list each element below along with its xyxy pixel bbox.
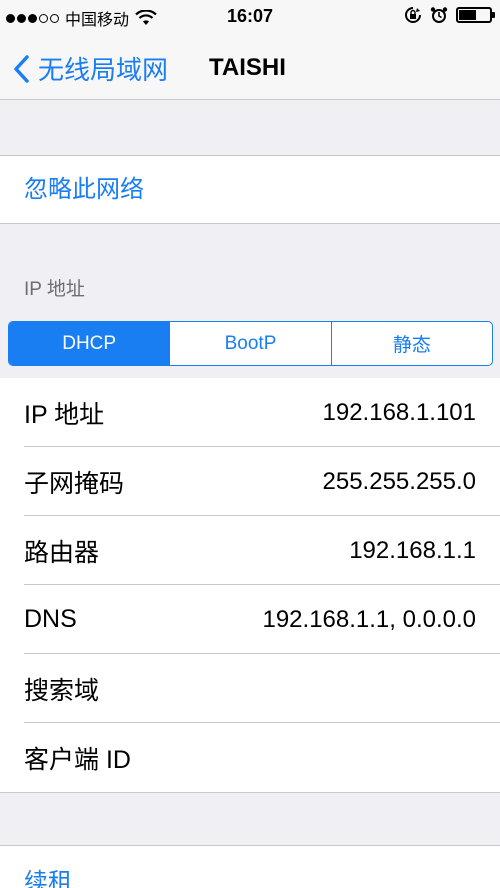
renew-lease-button[interactable]: 续租: [24, 862, 72, 888]
row-router: 路由器 192.168.1.1: [0, 516, 500, 585]
segment-static[interactable]: 静态: [330, 322, 492, 365]
row-value: 255.255.255.0: [322, 467, 476, 495]
renew-lease-group: 续租: [0, 845, 500, 888]
forget-network-button[interactable]: 忽略此网络: [0, 156, 500, 223]
row-value: 192.168.1.1, 0.0.0.0: [262, 605, 476, 633]
row-label: 路由器: [24, 538, 100, 567]
row-value: 192.168.1.1: [349, 536, 476, 564]
segment-bootp[interactable]: BootP: [169, 322, 330, 365]
ip-mode-segmented-control: DHCP BootP 静态: [8, 321, 493, 366]
row-client-id[interactable]: 客户端 ID: [0, 723, 500, 792]
navigation-bar: 无线局域网 TAISHI: [0, 34, 500, 100]
page-title: TAISHI: [209, 54, 286, 81]
row-label: DNS: [24, 605, 77, 633]
ip-section-header: IP 地址: [24, 279, 85, 300]
row-ip-address: IP 地址 192.168.1.101: [0, 378, 500, 447]
segment-dhcp[interactable]: DHCP: [9, 322, 170, 365]
row-label: 客户端 ID: [24, 745, 131, 774]
row-subnet-mask: 子网掩码 255.255.255.0: [0, 447, 500, 516]
row-search-domain[interactable]: 搜索域: [0, 654, 500, 723]
forget-network-group: 忽略此网络: [0, 155, 500, 224]
battery-icon: [456, 7, 495, 23]
row-label: 搜索域: [24, 676, 100, 705]
chevron-left-icon: [14, 54, 29, 83]
status-right: [404, 6, 495, 24]
alarm-icon: [430, 7, 448, 23]
ip-details-list: IP 地址 192.168.1.101 子网掩码 255.255.255.0 路…: [0, 378, 500, 793]
back-label: 无线局域网: [38, 55, 169, 85]
row-label: 子网掩码: [24, 469, 125, 498]
status-bar: 中国移动 16:07: [0, 0, 500, 34]
row-value: 192.168.1.101: [322, 398, 476, 426]
row-label: IP 地址: [24, 400, 105, 429]
rotation-lock-icon: [405, 7, 421, 23]
battery-fill: [459, 10, 476, 20]
row-dns[interactable]: DNS 192.168.1.1, 0.0.0.0: [0, 585, 500, 654]
back-button[interactable]: 无线局域网: [12, 50, 168, 87]
